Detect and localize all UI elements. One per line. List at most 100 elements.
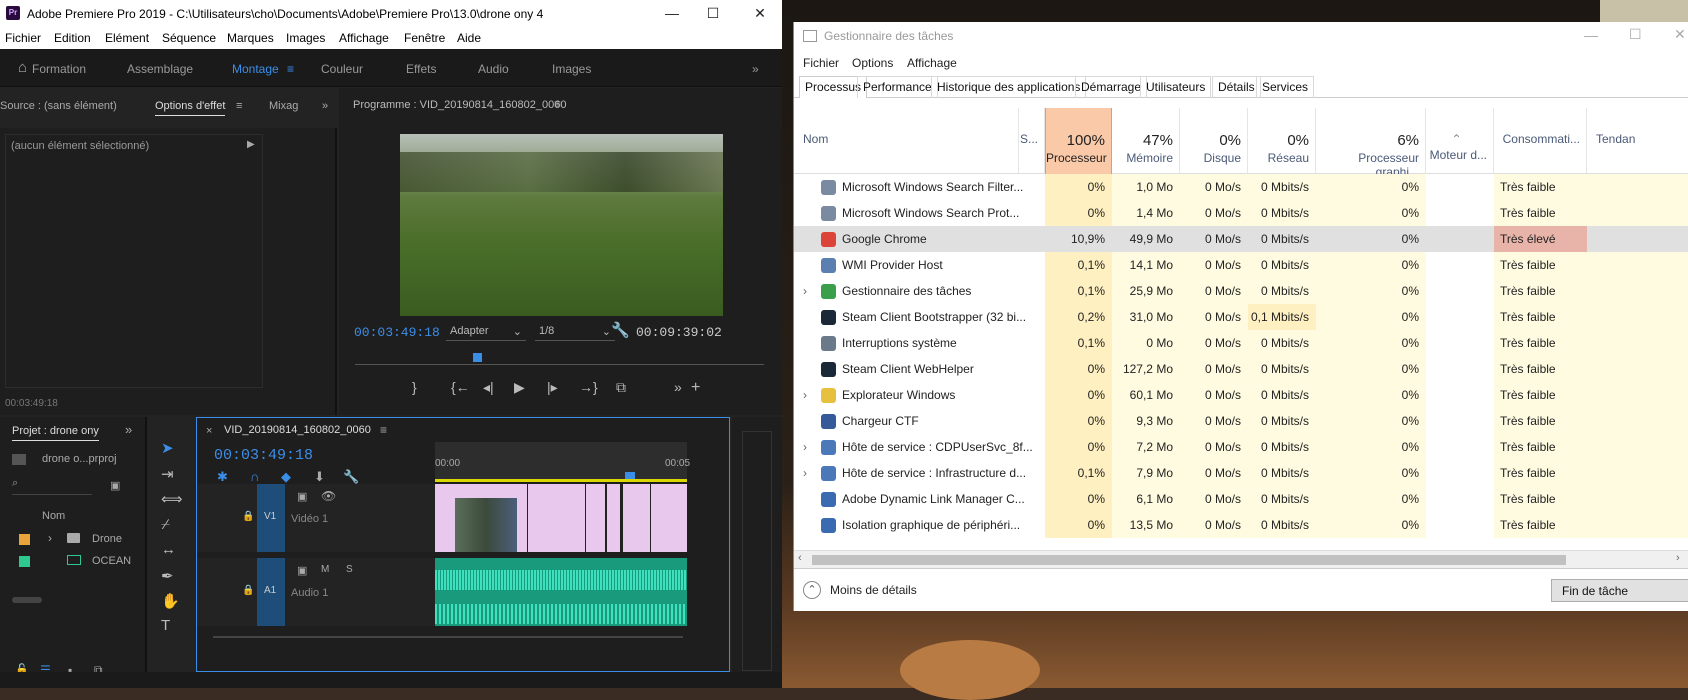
tab-utilisateurs[interactable]: Utilisateurs — [1140, 76, 1212, 98]
tab-demarrage[interactable]: Démarrage — [1075, 76, 1148, 98]
workspace-images[interactable]: Images — [552, 62, 591, 76]
scrollbar-thumb[interactable] — [812, 555, 1566, 565]
close-icon[interactable]: ✕ — [750, 4, 770, 22]
column-header-consommation[interactable]: Consommati... — [1494, 108, 1587, 174]
more-workspaces-icon[interactable]: » — [752, 62, 759, 76]
timeline-ruler[interactable]: 00:00 00:05 — [435, 442, 690, 481]
snap-icon[interactable]: ✱ — [217, 469, 228, 485]
end-task-button[interactable]: Fin de tâche — [1551, 579, 1688, 602]
menu-aide[interactable]: Aide — [457, 31, 481, 45]
menu-images[interactable]: Images — [286, 31, 325, 45]
play-icon[interactable]: ▶ — [514, 379, 525, 396]
step-forward-icon[interactable]: |▸ — [547, 379, 558, 396]
process-row[interactable]: › Explorateur Windows 0% 60,1 Mo 0 Mo/s 0 Mbi… — [794, 382, 1688, 408]
more-tabs-icon[interactable]: » — [322, 100, 328, 112]
less-details-link[interactable]: Moins de détails — [830, 583, 917, 597]
linked-selection-icon[interactable]: ∩ — [250, 469, 259, 484]
camera-icon[interactable]: ▣ — [297, 490, 307, 503]
track-target-v1[interactable]: V1 — [257, 484, 285, 552]
process-row[interactable]: Isolation graphique de périphéri... 0% 13,… — [794, 512, 1688, 538]
project-item[interactable]: OCEAN — [12, 551, 147, 573]
add-button-icon[interactable]: + — [691, 379, 700, 397]
tab-mixer[interactable]: Mixag — [269, 100, 298, 112]
home-icon[interactable]: ⌂ — [18, 59, 27, 76]
tab-performance[interactable]: Performance — [857, 76, 938, 98]
menu-affichage[interactable]: Affichage — [339, 31, 389, 45]
process-row[interactable]: WMI Provider Host 0,1% 14,1 Mo 0 Mo/s 0 Mbit… — [794, 252, 1688, 278]
expand-chevron-icon[interactable]: › — [803, 440, 807, 454]
column-header-tendance[interactable]: Tendan — [1587, 108, 1688, 174]
track-target-a1[interactable]: A1 — [257, 558, 285, 626]
process-row[interactable]: › Gestionnaire des tâches 0,1% 25,9 Mo 0 Mo/… — [794, 278, 1688, 304]
tab-historique[interactable]: Historique des applications — [931, 76, 1087, 98]
selection-tool-icon[interactable]: ➤ — [161, 439, 174, 457]
step-back-icon[interactable]: ◂| — [483, 379, 494, 396]
process-row[interactable]: › Hôte de service : Infrastructure d... 0,… — [794, 460, 1688, 486]
project-search-input[interactable]: ⌕ — [12, 477, 92, 495]
export-frame-icon[interactable]: ⧉ — [616, 379, 626, 396]
close-icon[interactable]: ✕ — [1674, 26, 1686, 43]
menu-sequence[interactable]: Séquence — [162, 31, 216, 45]
process-row[interactable]: › Hôte de service : CDPUserSvc_8f... 0% 7,2… — [794, 434, 1688, 460]
camera-icon[interactable]: ▣ — [297, 564, 307, 577]
scroll-left-icon[interactable]: ‹ — [798, 552, 802, 564]
process-row[interactable]: Microsoft Windows Search Prot... 0% 1,4 Mo… — [794, 200, 1688, 226]
fit-select[interactable]: Adapter ⌄ — [446, 323, 526, 341]
column-header-nom[interactable]: Nom — [794, 108, 1019, 174]
menu-edition[interactable]: Edition — [54, 31, 91, 45]
workspace-audio[interactable]: Audio — [478, 62, 509, 76]
column-header-disque[interactable]: 0% Disque — [1180, 108, 1248, 174]
program-scrubber[interactable] — [355, 351, 764, 365]
go-to-out-icon[interactable]: →} — [579, 379, 598, 395]
tab-menu-icon[interactable]: ≡ — [236, 100, 242, 112]
minimize-icon[interactable]: — — [1584, 27, 1598, 43]
menu-fenetre[interactable]: Fenêtre — [404, 31, 445, 45]
sequence-menu-icon[interactable]: ≡ — [380, 423, 387, 437]
expand-chevron-icon[interactable]: › — [803, 466, 807, 480]
menu-affichage[interactable]: Affichage — [907, 56, 957, 70]
track-select-tool-icon[interactable]: ⇥ — [161, 465, 174, 483]
tab-source[interactable]: Source : (sans élément) — [0, 100, 117, 112]
horizontal-scrollbar[interactable]: ‹ › — [794, 550, 1688, 568]
eye-icon[interactable]: 👁 — [321, 489, 336, 503]
more-controls-icon[interactable]: » — [674, 379, 682, 395]
process-row[interactable]: Steam Client WebHelper 0% 127,2 Mo 0 Mo/s 0 … — [794, 356, 1688, 382]
close-sequence-icon[interactable]: × — [206, 425, 212, 437]
tab-details[interactable]: Détails — [1212, 76, 1261, 98]
solo-icon[interactable]: S — [346, 564, 353, 575]
playhead[interactable] — [473, 353, 482, 362]
more-panels-icon[interactable]: » — [125, 422, 132, 437]
tab-effect-options[interactable]: Options d'effet — [155, 100, 226, 116]
column-header-reseau[interactable]: 0% Réseau — [1248, 108, 1316, 174]
lock-icon[interactable]: 🔒 — [242, 585, 254, 596]
timeline-settings-icon[interactable]: 🔧 — [343, 469, 359, 485]
menu-options[interactable]: Options — [852, 56, 893, 70]
video-clip[interactable] — [435, 484, 687, 552]
column-header-memoire[interactable]: 47% Mémoire — [1112, 108, 1180, 174]
hand-tool-icon[interactable]: ✋ — [161, 592, 180, 610]
play-arrow-icon[interactable]: ▶ — [247, 139, 255, 150]
slip-tool-icon[interactable]: ↔ — [161, 541, 176, 558]
column-header-moteur[interactable]: ⌃ Moteur d... — [1426, 108, 1494, 174]
maximize-icon[interactable]: ☐ — [1629, 26, 1642, 43]
workspace-effets[interactable]: Effets — [406, 62, 436, 76]
process-row[interactable]: Google Chrome 10,9% 49,9 Mo 0 Mo/s 0 Mbits/s… — [794, 226, 1688, 252]
process-row[interactable]: Microsoft Windows Search Filter... 0% 1,0 … — [794, 174, 1688, 200]
workspace-menu-icon[interactable]: ≡ — [287, 62, 294, 76]
menu-element[interactable]: Elément — [105, 31, 149, 45]
resolution-select[interactable]: 1/8 ⌄ — [535, 323, 615, 341]
tab-services[interactable]: Services — [1256, 76, 1315, 98]
project-scrollbar[interactable] — [12, 597, 42, 603]
scroll-right-icon[interactable]: › — [1676, 552, 1680, 564]
process-row[interactable]: Chargeur CTF 0% 9,3 Mo 0 Mo/s 0 Mbits/s 0% Trè… — [794, 408, 1688, 434]
wrench-icon[interactable]: 🔧 — [611, 321, 630, 339]
project-column-name[interactable]: Nom — [42, 510, 65, 522]
menu-fichier[interactable]: Fichier — [5, 31, 41, 45]
collapse-icon[interactable]: ⌃ — [803, 581, 821, 599]
marker-icon[interactable]: ⬇ — [314, 469, 325, 485]
razor-tool-icon[interactable]: ⌿ — [161, 516, 170, 533]
ripple-edit-tool-icon[interactable]: ⟺ — [161, 490, 183, 508]
timeline-scrollbar[interactable] — [213, 636, 683, 638]
workspace-assemblage[interactable]: Assemblage — [127, 62, 193, 76]
workspace-formation[interactable]: Formation — [32, 62, 86, 76]
